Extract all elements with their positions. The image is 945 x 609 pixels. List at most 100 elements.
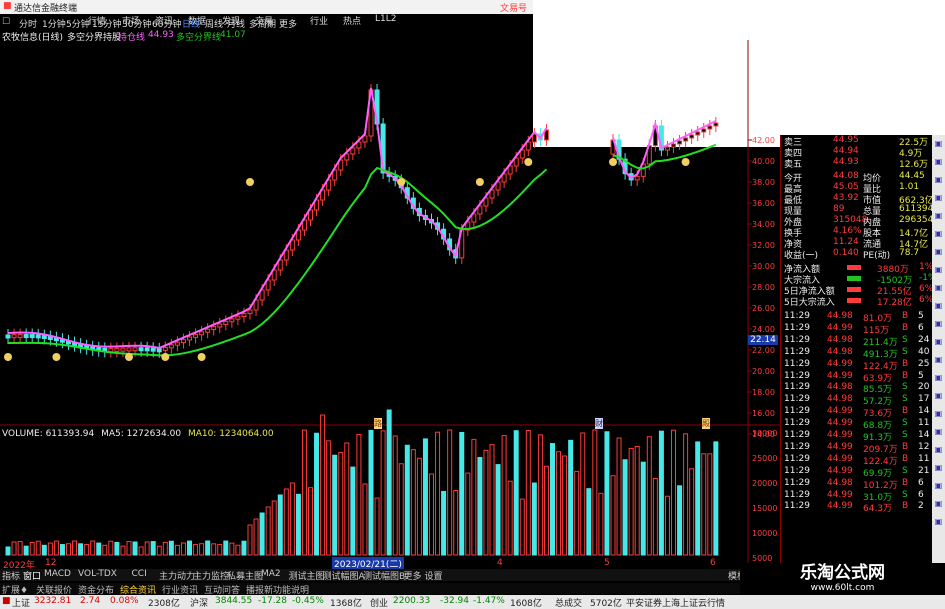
side-tool-icon[interactable]: ▣ [933, 211, 944, 221]
hs-label[interactable]: 沪深 [190, 596, 208, 609]
tick-volume: 64.3万 [863, 504, 893, 515]
volume-bar [495, 464, 501, 556]
candle-body [247, 309, 253, 315]
volume-bar [90, 540, 96, 556]
indicator-tab[interactable]: CCI [132, 569, 147, 579]
event-marker[interactable]: 财 [595, 418, 603, 429]
indicator-tab[interactable]: 主力动力 [159, 569, 195, 582]
indicator-tab[interactable]: VOL-TDX [78, 569, 117, 579]
volume-bar [199, 543, 205, 556]
side-toolbar[interactable]: ▣ ▣ ▣ ▣ ▣ ▣ ▣ ▣ ▣ ▣ ▣ ▣ ▣ ▣ ▣ ▣ ▣ ▣ ▣ ▣ … [932, 135, 945, 585]
volume-bar [628, 447, 634, 556]
buy-signal-icon [609, 158, 617, 166]
indicator-tab[interactable]: MA2 [261, 569, 281, 579]
side-tool-icon[interactable]: ▣ [933, 463, 944, 473]
indicator-tab[interactable]: 更多 [404, 569, 422, 582]
tick-side: S [902, 418, 908, 429]
buy-signal-icon [161, 353, 170, 361]
volume-axis-label: 20000 [752, 479, 777, 488]
layout-icon[interactable]: ☐ [2, 17, 10, 27]
volume-bar [610, 475, 616, 556]
indicator-tab[interactable]: 指标 [2, 569, 20, 582]
period-more[interactable]: 更多 [279, 17, 297, 30]
volume-bar [29, 541, 35, 556]
sell-level-row[interactable]: 卖五 44.93 12.6万 [781, 157, 933, 170]
cy-amount: 1608亿 [510, 599, 542, 609]
side-tool-icon[interactable]: ▣ [933, 247, 944, 257]
candle-body [356, 141, 362, 149]
volume-bar [338, 451, 344, 556]
side-tool-icon[interactable]: ▣ [933, 283, 944, 293]
volume-bar [253, 518, 259, 556]
event-marker[interactable]: 路 [374, 418, 382, 429]
volume-bar [507, 480, 513, 556]
sell-level-row[interactable]: 卖三 44.95 22.5万 [781, 135, 933, 148]
side-tool-icon[interactable]: ▣ [933, 301, 944, 311]
cy-label[interactable]: 创业 [370, 596, 388, 609]
sh-icon: ■ [2, 596, 11, 606]
side-tool-icon[interactable]: ▣ [933, 229, 944, 239]
indicator-tab[interactable]: MACD [44, 569, 71, 579]
side-tool-icon[interactable]: ▣ [933, 517, 944, 527]
candle-body [695, 131, 701, 136]
side-tool-icon[interactable]: ▣ [933, 373, 944, 383]
indicator-tab[interactable]: 私募主图 [227, 569, 263, 582]
side-tool-icon[interactable]: ▣ [933, 427, 944, 437]
side-tool-icon[interactable]: ▣ [933, 175, 944, 185]
indicator-tab[interactable]: 窗口 [23, 569, 41, 582]
candle-body [211, 326, 217, 331]
side-tool-icon[interactable]: ▣ [933, 481, 944, 491]
stat-row: 净资 11.24 流通 14.7亿 [781, 237, 933, 250]
flow-row: 5日净流入额 21.55亿 6% [781, 284, 933, 297]
period-multi[interactable]: 多周期 [249, 17, 276, 30]
flow-row: 净流入额 3880万 1% [781, 262, 933, 275]
volume-bar [695, 441, 701, 556]
indicator-tab[interactable]: 主力监控 [193, 569, 229, 582]
side-tool-icon[interactable]: ▣ [933, 337, 944, 347]
period-fenshi[interactable]: 分时 [19, 17, 37, 30]
price-axis-label: 18.00 [752, 388, 775, 397]
volume-bar [707, 453, 713, 556]
period-60min[interactable]: 60分钟 [152, 17, 181, 30]
side-tool-icon[interactable]: ▣ [933, 391, 944, 401]
sell-level-label: 卖五 [784, 160, 803, 170]
side-tool-icon[interactable]: ▣ [933, 409, 944, 419]
sh-label[interactable]: 上证 [12, 596, 30, 609]
event-marker[interactable]: 殿 [702, 418, 710, 429]
period-5min[interactable]: 5分钟 [66, 17, 90, 30]
title-right-label[interactable]: 文易号 [500, 1, 527, 14]
side-tool-icon[interactable]: ▣ [933, 139, 944, 149]
indicator-tab[interactable]: 测试幅图A [323, 569, 365, 582]
cy-change: -32.94 [440, 596, 470, 606]
tick-time: 11:29 [784, 477, 810, 488]
tick-count: 12 [918, 441, 930, 452]
side-tool-icon[interactable]: ▣ [933, 319, 944, 329]
side-tool-icon[interactable]: ▣ [933, 265, 944, 275]
volume-bar [314, 432, 320, 556]
volume-bar [453, 489, 459, 556]
tick-price: 44.98 [827, 334, 853, 345]
volume-bar [187, 540, 192, 556]
kline-chart[interactable]: 42.00 40.00 38.00 36.00 34.00 32.00 30.00 28.00… [0, 40, 780, 570]
tick-count: 11 [918, 453, 930, 464]
sell-level-row[interactable]: 卖四 44.94 4.9万 [781, 146, 933, 159]
side-tool-icon[interactable]: ▣ [933, 157, 944, 167]
period-30min[interactable]: 30分钟 [122, 17, 151, 30]
period-15min[interactable]: 15分钟 [92, 17, 121, 30]
side-tool-icon[interactable]: ▣ [933, 499, 944, 509]
stat-row: 最低 43.92 市值 662.3亿 [781, 193, 934, 206]
side-tool-icon[interactable]: ▣ [933, 445, 944, 455]
period-daily[interactable]: 日线 [182, 17, 200, 30]
side-tool-icon[interactable]: ▣ [933, 355, 944, 365]
volume-bar [289, 482, 295, 556]
period-1min[interactable]: 1分钟 [42, 17, 66, 30]
period-monthly[interactable]: 月线 [227, 17, 245, 30]
indicator-tab[interactable]: 设置 [425, 569, 443, 582]
volume-bar [35, 540, 41, 556]
period-weekly[interactable]: 周线 [205, 17, 223, 30]
stat-value: 45.05 [833, 182, 859, 192]
indicator-tab[interactable]: 测试主图 [289, 569, 325, 582]
indicator-tab[interactable]: 测试幅图B [363, 569, 405, 582]
side-tool-icon[interactable]: ▣ [933, 193, 944, 203]
tick-row: 11:29 44.98 491.3万 S 40 [781, 347, 933, 360]
